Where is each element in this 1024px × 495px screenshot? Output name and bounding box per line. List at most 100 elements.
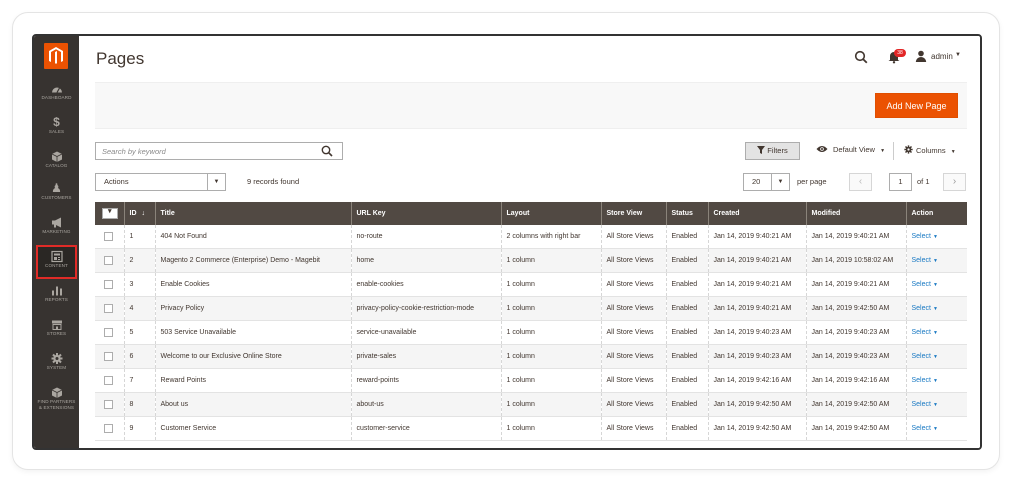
row-action-select[interactable]: Select <box>912 233 931 240</box>
filters-button[interactable]: Filters <box>745 142 800 160</box>
row-action-select[interactable]: Select <box>912 281 931 288</box>
column-header-url-key[interactable]: URL Key <box>350 202 501 225</box>
table-row[interactable]: 2 Magento 2 Commerce (Enterprise) Demo - … <box>95 248 967 273</box>
previous-page-button[interactable]: ‹ <box>849 173 872 191</box>
magento-logo-icon[interactable] <box>44 43 68 69</box>
per-page-select[interactable]: 20 ▼ <box>743 173 790 191</box>
table-row[interactable]: 4 Privacy Policy privacy-policy-cookie-res… <box>95 296 967 321</box>
table-row[interactable]: 8 About us about-us 1 column All Store Views… <box>95 392 967 417</box>
cell-status: Enabled <box>665 272 708 297</box>
sidebar-item-dashboard[interactable]: DASHBOARD <box>34 82 79 114</box>
add-new-page-button[interactable]: Add New Page <box>875 93 958 118</box>
row-action-select[interactable]: Select <box>912 257 931 264</box>
table-row[interactable]: 6 Welcome to our Exclusive Online Store pr… <box>95 344 967 369</box>
cell-modified: Jan 14, 2019 9:42:50 AM <box>805 416 906 441</box>
gear-icon <box>51 353 62 364</box>
column-header-layout[interactable]: Layout <box>500 202 601 225</box>
sidebar-item-customers[interactable]: ♟ CUSTOMERS <box>34 182 79 214</box>
cell-action: Select ▼ <box>905 248 967 273</box>
table-row[interactable]: 3 Enable Cookies enable-cookies 1 column All… <box>95 272 967 297</box>
table-row[interactable]: 1 404 Not Found no-route 2 columns with rig… <box>95 225 967 249</box>
row-action-select[interactable]: Select <box>912 353 931 360</box>
column-header-created[interactable]: Created <box>707 202 806 225</box>
row-action-select[interactable]: Select <box>912 401 931 408</box>
cell-title: Welcome to our Exclusive Online Store <box>154 344 351 369</box>
sidebar-item-reports[interactable]: REPORTS <box>34 284 79 316</box>
row-checkbox[interactable] <box>104 280 113 289</box>
default-view-dropdown[interactable]: Default View ▼ <box>816 145 885 154</box>
row-action-select[interactable]: Select <box>912 377 931 384</box>
cell-action: Select ▼ <box>905 392 967 417</box>
content-icon <box>50 250 63 263</box>
next-page-button[interactable]: › <box>943 173 966 191</box>
sidebar-item-sales[interactable]: $ SALES <box>34 116 79 148</box>
cell-created: Jan 14, 2019 9:40:21 AM <box>707 225 806 249</box>
row-action-select[interactable]: Select <box>912 305 931 312</box>
row-checkbox[interactable] <box>104 232 113 241</box>
column-header-status[interactable]: Status <box>665 202 708 225</box>
search-icon[interactable] <box>854 50 868 64</box>
cell-status: Enabled <box>665 296 708 321</box>
cell-status: Enabled <box>665 344 708 369</box>
cell-modified: Jan 14, 2019 9:40:23 AM <box>805 320 906 345</box>
cell-layout: 1 column <box>500 320 601 345</box>
cell-status: Enabled <box>665 248 708 273</box>
column-header-title[interactable]: Title <box>154 202 351 225</box>
chevron-down-icon: ▼ <box>950 149 956 155</box>
column-header-modified[interactable]: Modified <box>805 202 906 225</box>
cell-created: Jan 14, 2019 9:40:21 AM <box>707 248 806 273</box>
row-action-select[interactable]: Select <box>912 329 931 336</box>
sidebar-item-stores[interactable]: STORES <box>34 318 79 350</box>
person-icon: ♟ <box>51 181 62 195</box>
row-checkbox[interactable] <box>104 352 113 361</box>
user-menu-name[interactable]: admin <box>931 52 953 61</box>
chevron-down-icon: ▼ <box>207 174 225 190</box>
row-checkbox[interactable] <box>104 424 113 433</box>
main-content: Pages 38 admin ▼ Add New Page Search by … <box>79 36 980 448</box>
cell-action: Select ▼ <box>905 368 967 393</box>
cell-url-key: enable-cookies <box>350 272 501 297</box>
chevron-down-icon: ▼ <box>880 148 886 154</box>
row-checkbox[interactable] <box>104 256 113 265</box>
chevron-down-icon: ▼ <box>771 174 789 190</box>
select-all-checkbox[interactable] <box>95 202 124 225</box>
chevron-down-icon[interactable]: ▼ <box>955 52 961 58</box>
cell-modified: Jan 14, 2019 9:40:21 AM <box>805 225 906 249</box>
cell-status: Enabled <box>665 225 708 249</box>
mass-select-checkbox[interactable] <box>102 207 118 219</box>
row-checkbox[interactable] <box>104 400 113 409</box>
sidebar-item-system[interactable]: SYSTEM <box>34 352 79 384</box>
table-row[interactable]: 9 Customer Service customer-service 1 colum… <box>95 416 967 441</box>
page-number-input[interactable]: 1 <box>889 173 912 191</box>
cell-store-view: All Store Views <box>600 248 666 273</box>
search-icon[interactable] <box>321 145 333 157</box>
column-header-id[interactable]: ID ↓ <box>123 202 155 225</box>
records-found: 9 records found <box>247 177 300 186</box>
sidebar-item-catalog[interactable]: CATALOG <box>34 150 79 182</box>
mass-actions-select[interactable]: Actions ▼ <box>95 173 226 191</box>
row-action-select[interactable]: Select <box>912 425 931 432</box>
cell-title: Reward Points <box>154 368 351 393</box>
cell-id: 3 <box>123 272 155 297</box>
cell-store-view: All Store Views <box>600 344 666 369</box>
cell-modified: Jan 14, 2019 9:42:16 AM <box>805 368 906 393</box>
sidebar-item-partners[interactable]: FIND PARTNERS & EXTENSIONS <box>34 386 79 426</box>
table-row[interactable]: 5 503 Service Unavailable service-unavaila… <box>95 320 967 345</box>
row-checkbox[interactable] <box>104 304 113 313</box>
dashboard-icon <box>51 87 62 93</box>
cell-url-key: no-route <box>350 225 501 249</box>
columns-dropdown[interactable]: Columns ▼ <box>904 145 956 155</box>
search-input[interactable] <box>102 143 312 159</box>
cell-modified: Jan 14, 2019 9:42:50 AM <box>805 392 906 417</box>
sidebar-item-content[interactable]: CONTENT <box>36 245 77 279</box>
row-checkbox[interactable] <box>104 328 113 337</box>
column-header-store-view[interactable]: Store View <box>600 202 666 225</box>
user-icon[interactable] <box>915 50 927 62</box>
cell-id: 1 <box>123 225 155 249</box>
cell-created: Jan 14, 2019 9:40:21 AM <box>707 296 806 321</box>
sidebar-item-marketing[interactable]: MARKETING <box>34 216 79 248</box>
column-header-action: Action <box>905 202 967 225</box>
cell-url-key: reward-points <box>350 368 501 393</box>
table-row[interactable]: 7 Reward Points reward-points 1 column All S… <box>95 368 967 393</box>
row-checkbox[interactable] <box>104 376 113 385</box>
